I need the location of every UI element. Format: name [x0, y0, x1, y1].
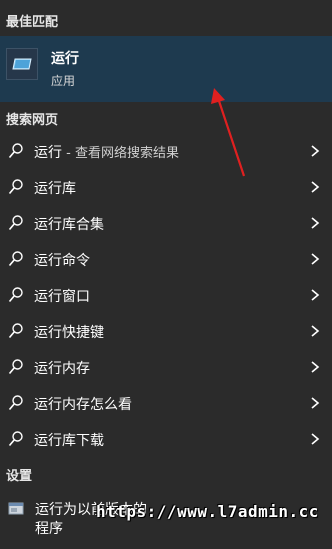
web-result-label: 运行库	[34, 181, 76, 197]
search-icon	[8, 359, 23, 375]
web-result-item[interactable]: 运行内存怎么看	[0, 385, 332, 421]
run-app-icon	[6, 48, 38, 80]
best-match-heading: 最佳匹配	[6, 15, 59, 30]
web-result-label: 运行命令	[34, 253, 90, 269]
best-match-run-app[interactable]: 运行 应用	[0, 36, 332, 102]
chevron-right-icon	[311, 217, 320, 229]
chevron-right-icon	[311, 253, 320, 265]
annotation-arrow	[211, 88, 246, 177]
search-icon	[8, 323, 23, 339]
chevron-right-icon	[311, 361, 320, 373]
web-result-item[interactable]: 运行库下载	[0, 421, 332, 457]
app-name: 运行	[51, 51, 79, 67]
watermark-text: https://www.l7admin.cc	[96, 502, 319, 521]
web-result-label: 运行窗口	[34, 289, 90, 305]
chevron-right-icon	[311, 325, 320, 337]
web-result-item[interactable]: 运行快捷键	[0, 313, 332, 349]
compatibility-settings-icon	[8, 502, 24, 515]
search-icon	[8, 431, 23, 447]
web-result-label: 运行内存	[34, 361, 90, 377]
chevron-right-icon	[311, 289, 320, 301]
app-type: 应用	[51, 74, 76, 88]
web-result-label: 运行库合集	[34, 217, 104, 233]
chevron-right-icon	[311, 145, 320, 157]
settings-heading: 设置	[6, 469, 33, 484]
web-result-item[interactable]: 运行内存	[0, 349, 332, 385]
search-icon	[8, 287, 23, 303]
search-icon	[8, 395, 23, 411]
search-icon	[8, 251, 23, 267]
web-result-label: 运行快捷键	[34, 325, 104, 341]
search-icon	[8, 179, 23, 195]
settings-item-line2: 程序	[35, 521, 63, 537]
search-icon	[8, 143, 23, 159]
web-result-label: 运行 - 查看网络搜索结果	[34, 145, 179, 161]
web-result-item[interactable]: 运行库合集	[0, 205, 332, 241]
chevron-right-icon	[311, 397, 320, 409]
web-result-item[interactable]: 运行库	[0, 169, 332, 205]
web-result-item[interactable]: 运行窗口	[0, 277, 332, 313]
web-result-item[interactable]: 运行 - 查看网络搜索结果	[0, 133, 332, 169]
web-result-label: 运行内存怎么看	[34, 397, 132, 413]
web-search-heading: 搜索网页	[6, 113, 59, 128]
chevron-right-icon	[311, 433, 320, 445]
web-result-item[interactable]: 运行命令	[0, 241, 332, 277]
web-result-label: 运行库下载	[34, 433, 104, 449]
chevron-right-icon	[311, 181, 320, 193]
search-icon	[8, 215, 23, 231]
